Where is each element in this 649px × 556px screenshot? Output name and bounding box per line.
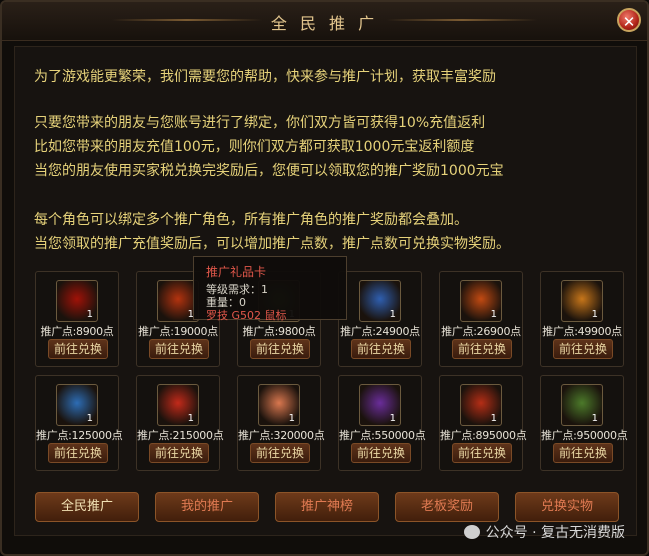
- close-icon[interactable]: ✕: [617, 8, 641, 32]
- redeem-button-3[interactable]: 前往兑换: [250, 339, 310, 359]
- lantern-flower-icon[interactable]: 1: [258, 384, 300, 426]
- reward-slot-8: 1 推广点:215000点 前往兑换: [136, 375, 224, 471]
- envelope-ornate-icon[interactable]: 1: [460, 280, 502, 322]
- item-tooltip: 推广礼品卡 等级需求：1 重量：0 罗技 G502 鼠标: [193, 256, 347, 322]
- intro-text: 为了游戏能更繁荣，我们需要您的帮助，快来参与推广计划，获取丰富奖励: [34, 69, 496, 85]
- rule-text-3: 当您的朋友使用买家税兑换完奖励后，您便可以领取您的推广奖励1000元宝: [34, 163, 504, 179]
- rule-text-4: 每个角色可以绑定多个推广角色，所有推广角色的推广奖励都会叠加。: [34, 212, 468, 228]
- redeem-button-2[interactable]: 前往兑换: [149, 339, 209, 359]
- rule-text-5: 当您领取的推广充值奖励后，可以增加推广点数，推广点数可兑换实物奖励。: [34, 236, 510, 252]
- gift-box-purple-icon[interactable]: 1: [359, 384, 401, 426]
- redeem-button-1[interactable]: 前往兑换: [48, 339, 108, 359]
- reward-slot-11: 1 推广点:895000点 前往兑换: [439, 375, 527, 471]
- title-bar[interactable]: 全 民 推 广 ✕: [2, 2, 647, 41]
- wechat-icon: [463, 525, 480, 539]
- reward-cost: 推广点:550000点: [339, 429, 426, 442]
- redeem-button-9[interactable]: 前往兑换: [250, 443, 310, 463]
- rule-text-2: 比如您带来的朋友充值100元，则你们双方都可获取1000元宝返利额度: [34, 139, 475, 155]
- reward-slot-1: 1 推广点:8900点 前往兑换: [35, 271, 119, 367]
- redeem-button-4[interactable]: 前往兑换: [351, 339, 411, 359]
- red-envelope-icon[interactable]: 1: [56, 280, 98, 322]
- reward-slot-10: 1 推广点:550000点 前往兑换: [338, 375, 426, 471]
- reward-cost: 推广点:125000点: [36, 429, 123, 442]
- reward-cost: 推广点:49900点: [542, 325, 622, 338]
- rule-text-1: 只要您带来的朋友与您账号进行了绑定，你们双方皆可获得10%充值返利: [34, 115, 486, 131]
- redeem-button-8[interactable]: 前往兑换: [149, 443, 209, 463]
- reward-slot-7: 1 推广点:125000点 前往兑换: [35, 375, 123, 471]
- reward-slot-5: 1 推广点:26900点 前往兑换: [439, 271, 523, 367]
- envelope-blue-glow-icon[interactable]: 1: [359, 280, 401, 322]
- tab-my-promotion[interactable]: 我的推广: [155, 492, 259, 522]
- gift-pouch-red-icon[interactable]: 1: [460, 384, 502, 426]
- redeem-button-6[interactable]: 前往兑换: [553, 339, 613, 359]
- reward-slot-6: 1 推广点:49900点 前往兑换: [540, 271, 624, 367]
- tab-all-promotion[interactable]: 全民推广: [35, 492, 139, 522]
- gift-box-gold-icon[interactable]: 1: [561, 384, 603, 426]
- redeem-button-11[interactable]: 前往兑换: [452, 443, 512, 463]
- window-title: 全 民 推 广: [270, 14, 379, 33]
- tooltip-item-name: 推广礼品卡: [206, 265, 267, 279]
- tooltip-brand: 罗技 G502 鼠标: [206, 309, 287, 322]
- tab-redeem-physical[interactable]: 兑换实物: [515, 492, 619, 522]
- redeem-button-5[interactable]: 前往兑换: [452, 339, 512, 359]
- reward-slot-12: 1 推广点:950000点 前往兑换: [540, 375, 628, 471]
- reward-cost: 推广点:320000点: [238, 429, 325, 442]
- tab-boss-rewards[interactable]: 老板奖励: [395, 492, 499, 522]
- reward-cost: 推广点:9800点: [242, 325, 316, 338]
- reward-cost: 推广点:895000点: [440, 429, 527, 442]
- reward-cost: 推广点:19000点: [138, 325, 218, 338]
- redeem-button-10[interactable]: 前往兑换: [351, 443, 411, 463]
- reward-cost: 推广点:26900点: [441, 325, 521, 338]
- watermark: 公众号 · 复古无消费版: [463, 522, 625, 542]
- treasure-box-icon[interactable]: 1: [561, 280, 603, 322]
- reward-cost: 推广点:950000点: [541, 429, 628, 442]
- tab-promotion-ranking[interactable]: 推广神榜: [275, 492, 379, 522]
- redeem-button-7[interactable]: 前往兑换: [48, 443, 108, 463]
- redeem-button-12[interactable]: 前往兑换: [553, 443, 613, 463]
- reward-cost: 推广点:8900点: [40, 325, 114, 338]
- promotion-window: 全 民 推 广 ✕ 为了游戏能更繁荣，我们需要您的帮助，快来参与推广计划，获取丰…: [0, 0, 649, 556]
- reward-slot-4: 1 推广点:24900点 前往兑换: [338, 271, 422, 367]
- reward-slot-9: 1 推广点:320000点 前往兑换: [237, 375, 325, 471]
- lantern-red-icon[interactable]: 1: [157, 384, 199, 426]
- gift-box-blue-icon[interactable]: 1: [56, 384, 98, 426]
- reward-cost: 推广点:215000点: [137, 429, 224, 442]
- reward-cost: 推广点:24900点: [340, 325, 420, 338]
